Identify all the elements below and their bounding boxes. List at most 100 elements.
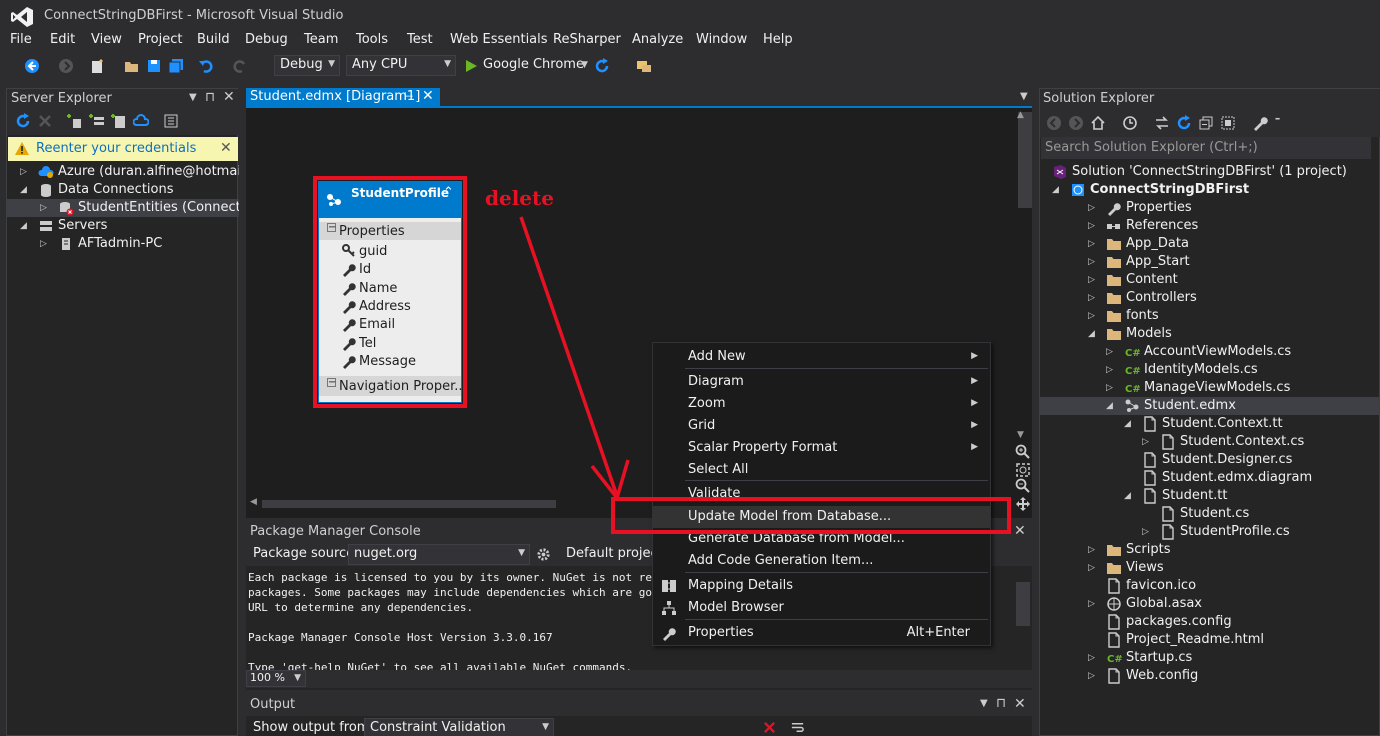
expand-icon[interactable]: ▷ [1088,599,1096,609]
tree-item[interactable]: ▷ Student.Context.cs [1040,433,1380,451]
menu-help[interactable]: Help [763,32,793,47]
reenter-credentials-link[interactable]: Reenter your credentials [36,141,196,156]
redo-icon[interactable] [232,58,248,74]
undo-icon[interactable] [198,58,214,74]
tree-item[interactable]: ▷ Controllers [1040,289,1380,307]
menu-item-mapping-details[interactable]: Mapping Details [653,575,990,597]
expand-icon[interactable]: ▷ [1088,653,1096,663]
menu-item-scalar-property-format[interactable]: Scalar Property Format ▶ [653,437,990,459]
expand-icon[interactable]: ▷ [1088,221,1096,231]
refresh-icon[interactable] [15,113,31,129]
collapse-all-icon[interactable] [1198,115,1214,131]
save-all-icon[interactable] [168,58,184,74]
home-icon[interactable] [1090,115,1106,131]
pin-icon[interactable]: ⊓ [205,90,215,105]
menu-file[interactable]: File [10,32,32,47]
menu-build[interactable]: Build [197,32,230,47]
menu-item-model-browser[interactable]: Model Browser [653,597,990,619]
tree-item[interactable]: ▷ App_Data [1040,235,1380,253]
tree-item[interactable]: ▷ fonts [1040,307,1380,325]
tree-item[interactable]: ▷ StudentProfile.cs [1040,523,1380,541]
expand-icon[interactable]: ▷ [1088,311,1096,321]
tab-student-edmx[interactable]: Student.edmx [Diagram1] ⊢ ✕ [246,88,440,106]
save-icon[interactable] [146,58,162,74]
tree-item[interactable]: ▷ Views [1040,559,1380,577]
expand-icon[interactable]: ▷ [1088,203,1096,213]
tree-item[interactable]: ▷ AFTadmin-PC [7,235,239,253]
expand-icon[interactable]: ▷ [1106,383,1114,393]
show-all-files-icon[interactable] [1220,115,1236,131]
menu-project[interactable]: Project [138,32,182,47]
zoom-to-fit-icon[interactable] [1015,462,1031,478]
tree-item[interactable]: ▷ Properties [1040,199,1380,217]
tree-item[interactable]: ▷ Global.asax [1040,595,1380,613]
expand-icon[interactable]: ◢ [1052,185,1060,195]
expand-icon[interactable]: ▷ [1088,563,1096,573]
tree-item[interactable]: ▷ References [1040,217,1380,235]
tree-item[interactable]: ◢ Student.Context.tt [1040,415,1380,433]
scroll-up-icon[interactable]: ▲ [1017,110,1024,120]
tree-item[interactable]: ▷ Web.config [1040,667,1380,685]
tree-item[interactable]: favicon.ico [1040,577,1380,595]
tree-item[interactable]: ▷ Content [1040,271,1380,289]
new-project-icon[interactable] [90,58,106,74]
expand-icon[interactable]: ◢ [20,221,28,231]
tree-item[interactable]: ▷ Azure (duran.alfine@hotmail.co [7,163,239,181]
connect-server-icon[interactable] [89,113,105,129]
panel-dropdown-icon[interactable]: ▼ [189,92,197,103]
credentials-warning-bar[interactable]: Reenter your credentials ✕ [8,137,238,161]
menu-test[interactable]: Test [407,32,433,47]
menu-web-essentials[interactable]: Web Essentials [450,32,548,47]
tree-item[interactable]: ◢ Models [1040,325,1380,343]
forward-icon[interactable] [1068,115,1084,131]
tree-item[interactable]: Solution 'ConnectStringDBFirst' (1 proje… [1040,163,1380,181]
pin-icon[interactable]: ⊓ [996,696,1006,711]
stop-icon[interactable] [37,113,53,129]
menu-debug[interactable]: Debug [245,32,288,47]
expand-icon[interactable]: ◢ [20,185,28,195]
menu-window[interactable]: Window [696,32,747,47]
expand-icon[interactable]: ◢ [1088,329,1096,339]
menu-edit[interactable]: Edit [50,32,75,47]
menu-item-add-code-generation-item[interactable]: Add Code Generation Item... [653,550,990,572]
refresh-icon[interactable] [1176,115,1192,131]
menu-tools[interactable]: Tools [356,32,388,47]
connect-sharepoint-icon[interactable] [111,113,127,129]
expand-icon[interactable]: ▷ [1088,275,1096,285]
tree-item[interactable]: ◢ ConnectStringDBFirst [1040,181,1380,199]
pin-icon[interactable]: ⊢ [404,90,414,103]
expand-icon[interactable]: ▷ [40,203,48,213]
run-button[interactable]: Google Chrome ▼ [464,56,592,77]
solution-search-input[interactable]: Search Solution Explorer (Ctrl+;) [1041,137,1371,159]
word-wrap-icon[interactable] [790,720,805,735]
output-source-combo[interactable]: Constraint Validation ▼ [364,718,554,736]
menu-item-grid[interactable]: Grid ▶ [653,415,990,437]
back-icon[interactable] [1046,115,1062,131]
menu-item-diagram[interactable]: Diagram ▶ [653,371,990,393]
menu-item-select-all[interactable]: Select All [653,459,990,481]
tree-item[interactable]: ◢ Student.tt [1040,487,1380,505]
expand-icon[interactable]: ▷ [1088,671,1096,681]
zoom-out-icon[interactable] [1015,478,1031,494]
tree-item[interactable]: ◢ Servers [7,217,239,235]
pending-changes-icon[interactable] [1122,115,1138,131]
wrench-icon[interactable] [1252,115,1268,131]
expand-icon[interactable]: ▷ [1106,347,1114,357]
menu-view[interactable]: View [91,32,122,47]
sync-icon[interactable] [1154,115,1170,131]
expand-icon[interactable]: ▷ [1088,239,1096,249]
expand-icon[interactable]: ▷ [1088,545,1096,555]
expand-icon[interactable]: ▷ [1088,257,1096,267]
tree-item[interactable]: ▷ C# IdentityModels.cs [1040,361,1380,379]
tree-item[interactable]: Student.cs [1040,505,1380,523]
tree-item[interactable]: Project_Readme.html [1040,631,1380,649]
vertical-scrollbar[interactable] [1016,582,1030,626]
azure-cloud-icon[interactable] [133,113,149,129]
platform-combo[interactable]: Any CPU ▼ [346,55,456,76]
menu-resharper[interactable]: ReSharper [553,32,621,47]
package-source-combo[interactable]: nuget.org ▼ [348,544,530,565]
open-folder-icon[interactable] [124,58,140,74]
expand-icon[interactable]: ▷ [40,239,48,249]
preview-selected-icon[interactable]: ⁃ [1274,112,1281,128]
expand-icon[interactable]: ◢ [1124,419,1132,429]
